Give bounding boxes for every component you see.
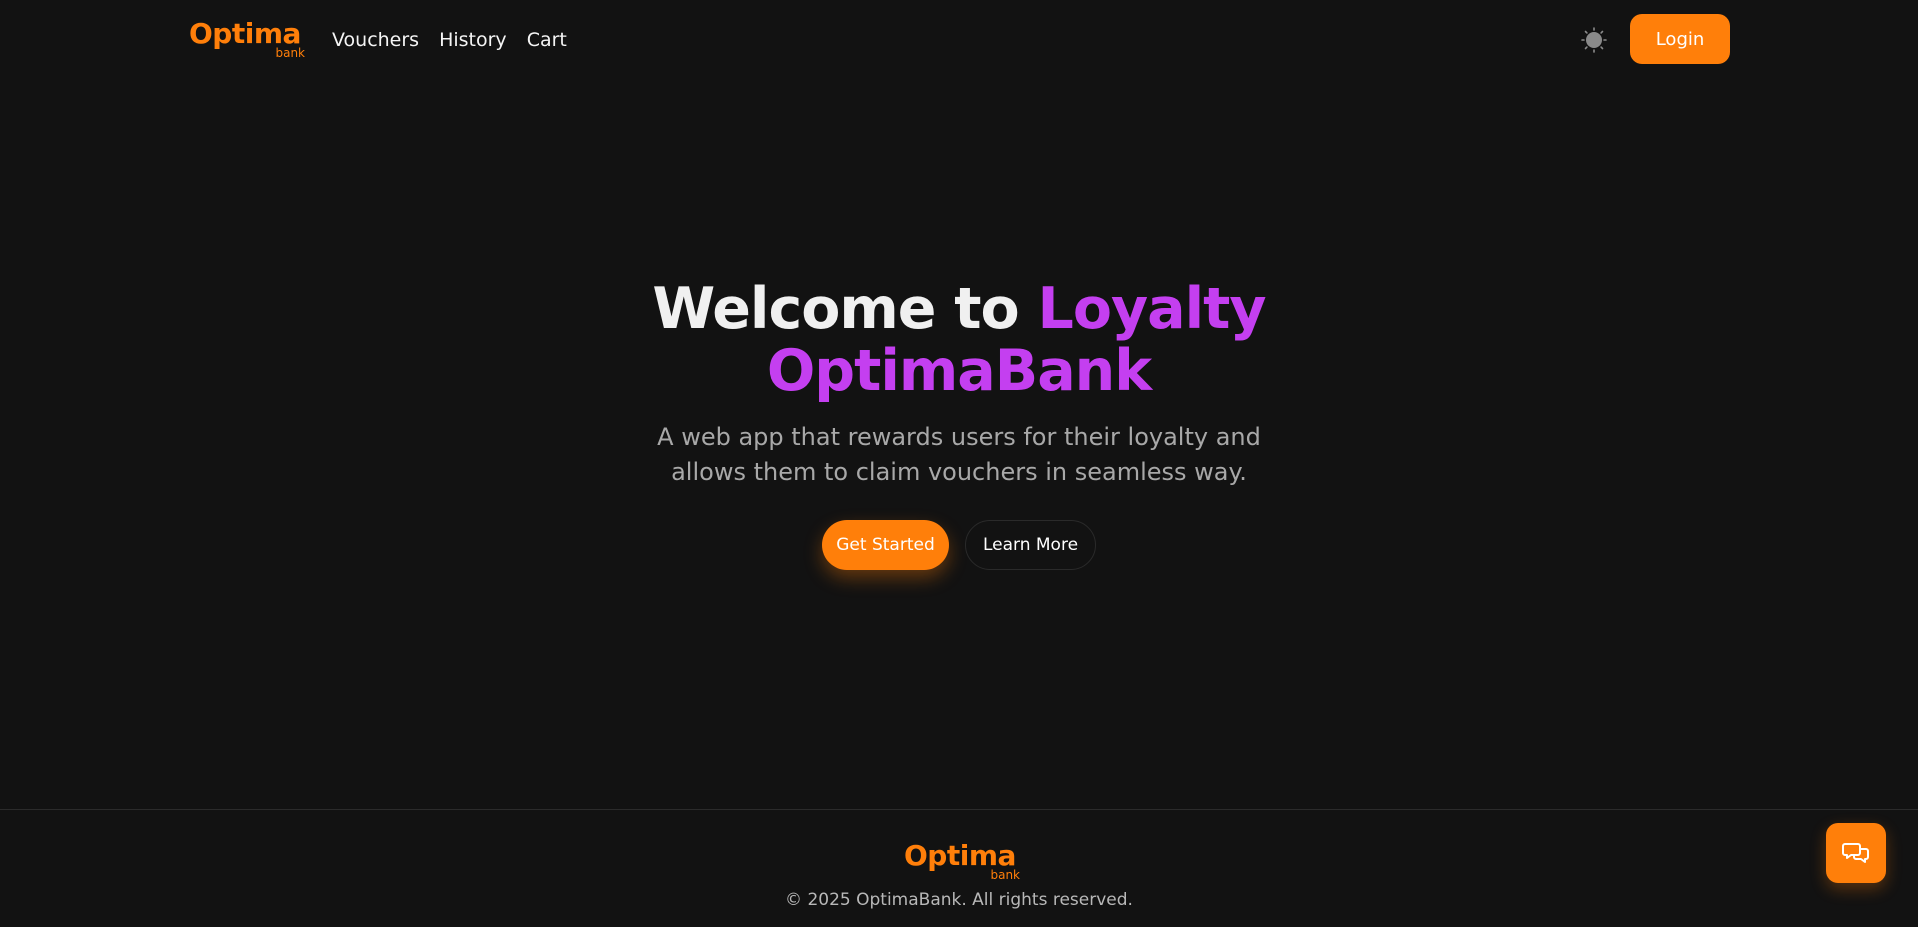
hero-subtitle: A web app that rewards users for their l… xyxy=(657,423,1261,486)
main-nav: Vouchers History Cart xyxy=(332,26,567,54)
hero-title-plain: Welcome to xyxy=(652,276,1038,342)
brand-logo[interactable]: Optima bank xyxy=(189,20,309,70)
footer-logo-name: Optima xyxy=(904,839,1016,872)
copyright-text: © 2025 OptimaBank. All rights reserved. xyxy=(785,890,1133,910)
theme-toggle-button[interactable] xyxy=(1579,27,1609,53)
chat-button[interactable] xyxy=(1826,823,1886,883)
footer-brand-logo[interactable]: Optima bank xyxy=(904,842,1024,892)
sun-icon xyxy=(1581,27,1607,53)
learn-more-button[interactable]: Learn More xyxy=(965,520,1096,570)
nav-link-vouchers[interactable]: Vouchers xyxy=(332,26,419,54)
get-started-button[interactable]: Get Started xyxy=(822,520,949,570)
brand-logo-sub: bank xyxy=(275,46,305,60)
footer-logo-sub: bank xyxy=(990,868,1020,882)
brand-logo-name: Optima xyxy=(189,17,301,50)
login-button[interactable]: Login xyxy=(1630,14,1730,64)
top-navbar: Optima bank Vouchers History Cart Login xyxy=(0,0,1918,80)
nav-link-history[interactable]: History xyxy=(439,26,507,54)
page-footer: Optima bank © 2025 OptimaBank. All right… xyxy=(0,809,1918,927)
hero-title: Welcome to Loyalty OptimaBank xyxy=(649,278,1269,402)
hero-section: Welcome to Loyalty OptimaBank A web app … xyxy=(0,278,1918,570)
nav-link-cart[interactable]: Cart xyxy=(527,26,567,54)
hero-actions: Get Started Learn More xyxy=(0,520,1918,570)
chat-bubbles-icon xyxy=(1842,843,1869,863)
